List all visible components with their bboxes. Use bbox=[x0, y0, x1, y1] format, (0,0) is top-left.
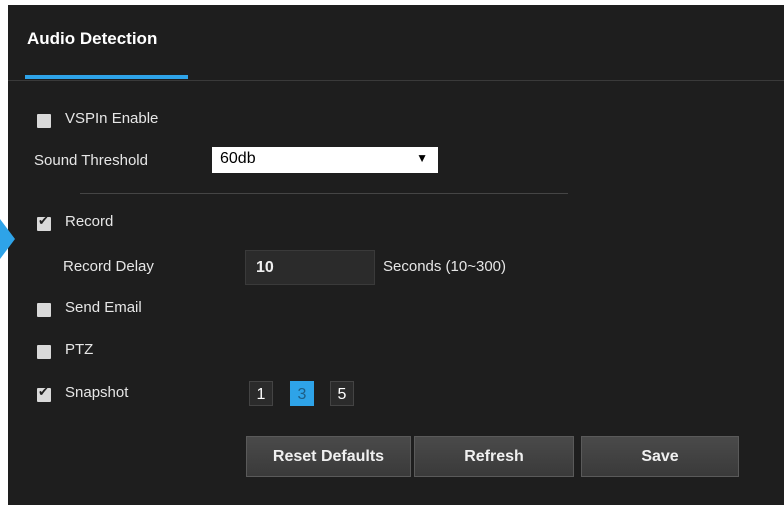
record-delay-input[interactable]: 10 bbox=[245, 250, 375, 285]
record-delay-unit: Seconds (10~300) bbox=[383, 258, 507, 275]
vspin-enable-checkbox[interactable] bbox=[37, 114, 51, 128]
audio-detection-panel: Audio Detection VSPIn Enable Sound Thres… bbox=[0, 5, 784, 505]
snapshot-option-5[interactable]: 5 bbox=[330, 381, 354, 406]
tab-audio-detection[interactable]: Audio Detection bbox=[27, 29, 157, 49]
record-label: Record bbox=[65, 213, 114, 230]
tab-active-indicator bbox=[25, 75, 188, 79]
refresh-button[interactable]: Refresh bbox=[414, 436, 574, 477]
sound-threshold-label: Sound Threshold bbox=[34, 152, 148, 169]
ptz-label: PTZ bbox=[65, 341, 94, 358]
ptz-checkbox[interactable] bbox=[37, 345, 51, 359]
send-email-label: Send Email bbox=[65, 299, 142, 316]
save-button[interactable]: Save bbox=[581, 436, 739, 477]
sound-threshold-select[interactable]: 60db ▼ bbox=[212, 147, 438, 173]
send-email-checkbox[interactable] bbox=[37, 303, 51, 317]
reset-defaults-button[interactable]: Reset Defaults bbox=[246, 436, 411, 477]
record-checkbox[interactable] bbox=[37, 214, 51, 231]
panel-header: Audio Detection bbox=[8, 5, 784, 81]
sound-threshold-value: 60db bbox=[220, 150, 256, 167]
snapshot-option-3[interactable]: 3 bbox=[290, 381, 314, 406]
snapshot-label: Snapshot bbox=[65, 384, 129, 401]
snapshot-option-1[interactable]: 1 bbox=[249, 381, 273, 406]
record-delay-label: Record Delay bbox=[63, 258, 154, 275]
vspin-enable-label: VSPIn Enable bbox=[65, 110, 159, 127]
section-divider bbox=[80, 193, 568, 194]
dropdown-arrow-icon: ▼ bbox=[416, 151, 428, 165]
side-expand-arrow-icon[interactable] bbox=[0, 219, 15, 259]
snapshot-checkbox[interactable] bbox=[37, 385, 51, 402]
